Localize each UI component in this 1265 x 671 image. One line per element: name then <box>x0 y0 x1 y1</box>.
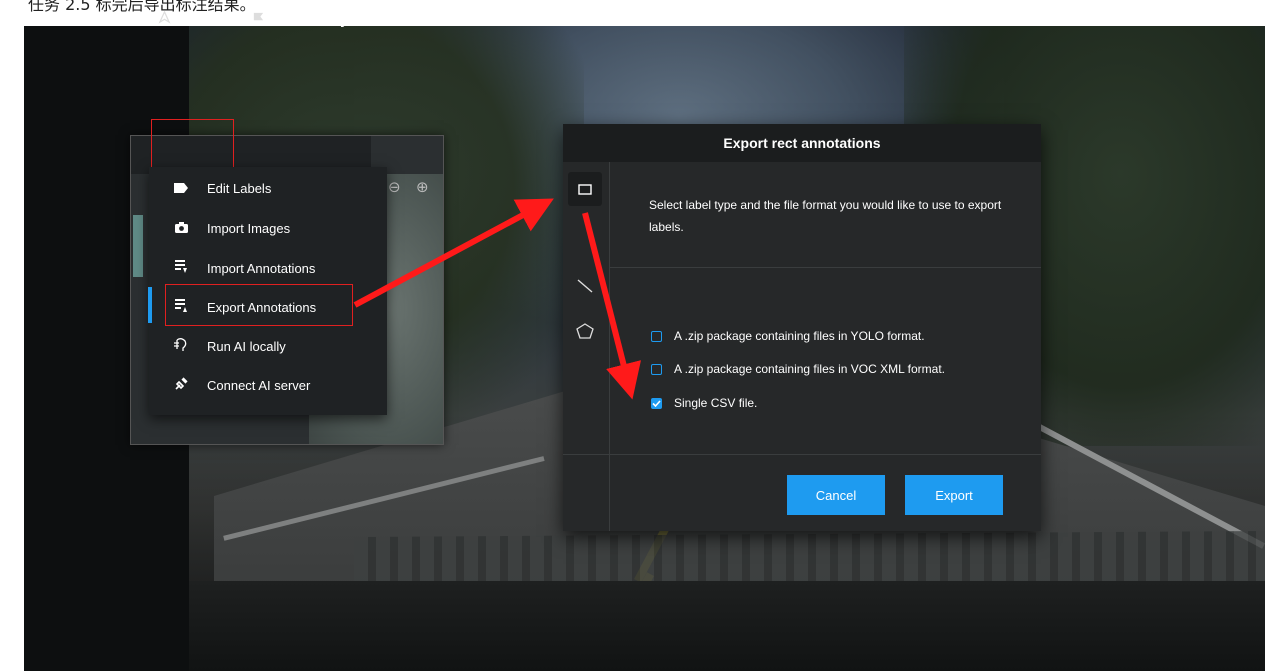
rectangle-icon <box>578 180 592 199</box>
rect-type-button[interactable] <box>568 172 602 206</box>
menu-item-label: Connect AI server <box>207 377 311 393</box>
option-label: A .zip package containing files in YOLO … <box>674 329 925 343</box>
menu-item-label: Import Annotations <box>207 260 316 276</box>
image-thumbnail[interactable] <box>133 215 143 277</box>
polygon-type-button[interactable] <box>568 316 602 350</box>
actions-menu-button[interactable]: Actions <box>158 4 228 34</box>
community-icon <box>252 11 265 27</box>
menu-item-import-images[interactable]: Import Images <box>149 209 387 247</box>
tag-icon <box>171 181 191 196</box>
option-label: A .zip package containing files in VOC X… <box>674 362 946 376</box>
dialog-title: Export rect annotations <box>563 124 1041 162</box>
checkbox-csv[interactable] <box>651 397 662 409</box>
dialog-description: Select label type and the file format yo… <box>649 198 1002 234</box>
menu-item-connect-ai-server[interactable]: Connect AI server <box>149 366 387 404</box>
zoom-out-icon[interactable]: ⊖ <box>388 178 401 196</box>
polygon-icon <box>576 323 594 343</box>
menu-item-label: Edit Labels <box>207 180 272 196</box>
label-type-sidebar <box>563 162 610 531</box>
line-type-button[interactable] <box>568 270 602 304</box>
line-icon <box>577 278 593 297</box>
menu-item-label: Import Images <box>207 220 291 236</box>
menu-item-edit-labels[interactable]: Edit Labels <box>149 169 387 207</box>
option-label: Single CSV file. <box>674 396 758 410</box>
actions-label: Actions <box>177 11 229 27</box>
option-voc-xml[interactable]: A .zip package containing files in VOC X… <box>651 360 945 378</box>
menu-item-run-ai-locally[interactable]: Run AI locally <box>149 327 387 365</box>
import-doc-icon <box>171 260 191 276</box>
option-yolo[interactable]: A .zip package containing files in YOLO … <box>651 327 925 345</box>
divider <box>563 454 1041 455</box>
checkbox-yolo[interactable] <box>651 330 662 342</box>
zoom-in-icon[interactable]: ⊕ <box>416 178 429 196</box>
check-icon <box>652 399 661 407</box>
community-menu-button[interactable]: Community <box>252 4 348 34</box>
export-button[interactable]: Export <box>905 475 1003 515</box>
ai-chip-icon <box>171 338 191 354</box>
actions-icon <box>158 10 171 27</box>
camera-icon <box>171 221 191 236</box>
community-label: Community <box>271 11 348 27</box>
cancel-button[interactable]: Cancel <box>787 475 885 515</box>
active-item-indicator <box>148 287 152 323</box>
option-csv[interactable]: Single CSV file. <box>651 394 757 412</box>
export-highlight-box <box>165 284 353 326</box>
divider <box>609 267 1041 268</box>
export-dialog: Export rect annotations Select label typ… <box>563 124 1041 531</box>
checkbox-voc-xml[interactable] <box>651 363 662 375</box>
plug-icon <box>171 377 191 393</box>
menu-item-import-annotations[interactable]: Import Annotations <box>149 249 387 287</box>
menu-item-label: Run AI locally <box>207 338 286 354</box>
